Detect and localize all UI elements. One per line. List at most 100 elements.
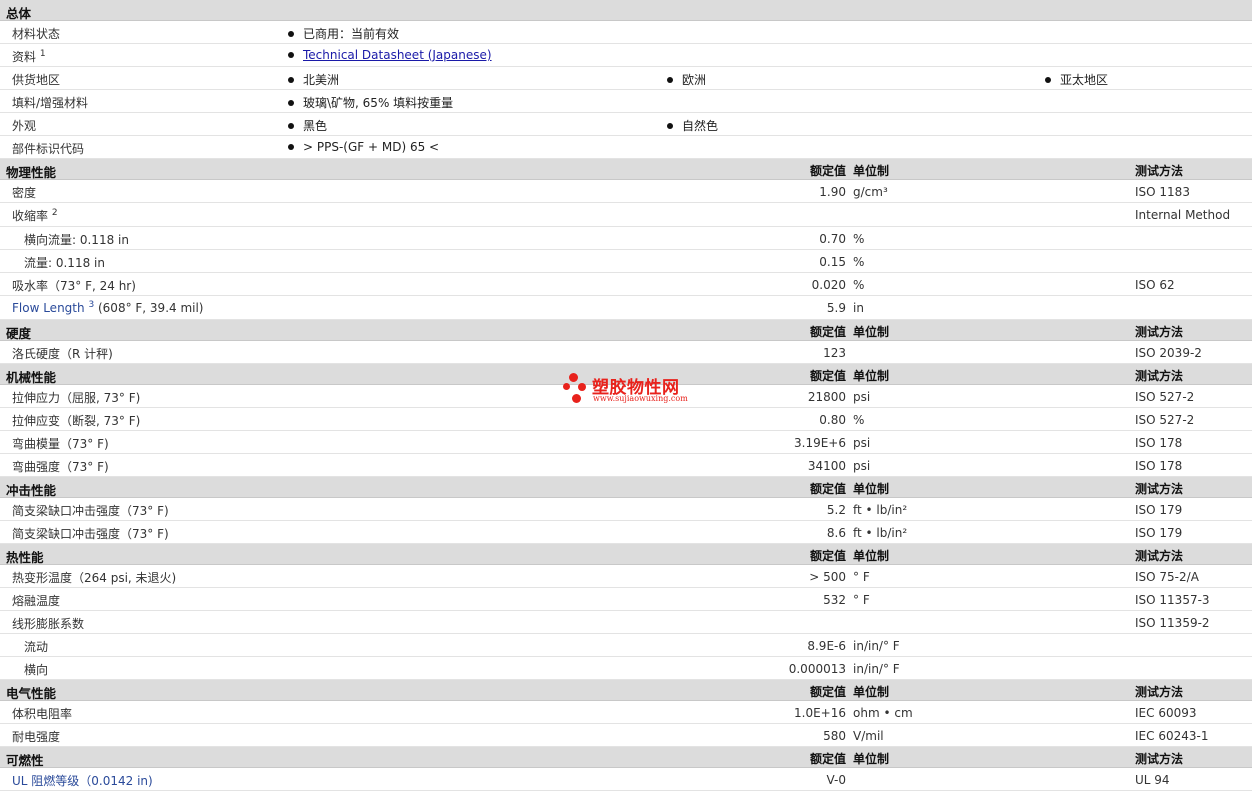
section-header: 物理性能 额定值 单位制 测试方法 [0,159,1252,180]
property-sections: 物理性能 额定值 单位制 测试方法 密度 1.90 g/cm³ ISO 1183 收缩率 2 In… [0,159,1252,791]
property-label: 弯曲模量（73° F) [12,437,109,451]
property-value: V-0 [826,773,846,787]
bullet-icon [667,123,673,129]
property-value: 5.2 [826,503,846,517]
property-label: 横向 [24,663,49,677]
general-row-filler: 填料/增强材料 玻璃\矿物, 65% 填料按重量 [0,90,1252,113]
property-row: 线形膨胀系数 ISO 11359-2 [0,611,1252,634]
datasheet: 总体 材料状态 已商用：当前有效 资料 1 Technical Datashee… [0,0,1252,791]
bullet-item: 亚太地区 [1045,71,1108,88]
property-unit: ft • lb/in² [853,526,908,540]
property-row: 拉伸应变（断裂, 73° F) 0.80% ISO 527-2 [0,408,1252,431]
bullet-icon [1045,77,1051,83]
property-unit: % [853,232,865,246]
col-header-method: 测试方法 [1135,549,1184,563]
property-unit: psi [853,459,871,473]
test-method: UL 94 [1135,773,1170,787]
row-label: 部件标识代码 [12,142,85,156]
section-title: 总体 [6,6,32,21]
col-header-unit: 单位制 [853,685,890,699]
general-row-part-code: 部件标识代码 > PPS-(GF + MD) 65 < [0,136,1252,159]
property-value: 8.9E-6 [807,639,846,653]
section-title: 硬度 [6,326,32,341]
property-value: 0.000013 [788,662,846,676]
property-row: 密度 1.90 g/cm³ ISO 1183 [0,180,1252,203]
datasheet-link[interactable]: Technical Datasheet (Japanese) [303,48,492,62]
property-label: 弯曲强度（73° F) [12,460,109,474]
property-label: 线形膨胀系数 [12,617,85,631]
property-value: 8.6 [826,526,846,540]
col-header-unit: 单位制 [853,752,890,766]
section-header: 电气性能 额定值 单位制 测试方法 [0,680,1252,701]
property-label: 密度 [12,186,37,200]
bullet-item: 自然色 [667,117,718,134]
property-value: 1.90 [819,185,846,199]
property-row: 熔融温度 532 ° F ISO 11357-3 [0,588,1252,611]
test-method: IEC 60093 [1135,706,1197,720]
test-method: ISO 2039-2 [1135,346,1202,360]
property-row: 体积电阻率 1.0E+16 ohm • cm IEC 60093 [0,701,1252,724]
property-unit: g/cm³ [853,185,888,199]
property-label: 耐电强度 [12,730,61,744]
row-label: 外观 [12,119,37,133]
property-label: 拉伸应力（屈服, 73° F) [12,391,141,405]
bullet-item: 欧洲 [667,71,706,88]
col-header-unit: 单位制 [853,369,890,383]
col-header-method: 测试方法 [1135,164,1184,178]
property-unit: psi [853,390,871,404]
test-method: Internal Method [1135,208,1231,222]
property-label: 简支梁缺口冲击强度（73° F) [12,504,169,518]
col-header-method: 测试方法 [1135,752,1184,766]
col-header-value: 额定值 [809,482,846,496]
property-row: 洛氏硬度（R 计秤) 123 ISO 2039-2 [0,341,1252,364]
bullet-icon [288,52,294,58]
property-label: 简支梁缺口冲击强度（73° F) [12,527,169,541]
test-method: ISO 11359-2 [1135,616,1210,630]
bullet-item: 已商用：当前有效 [288,25,399,42]
section-header: 冲击性能 额定值 单位制 测试方法 [0,477,1252,498]
section-title: 可燃性 [6,753,44,768]
property-value: 0.020 [811,278,846,292]
property-value: 1.0E+16 [794,706,846,720]
test-method: IEC 60243-1 [1135,729,1209,743]
property-row: 横向 0.000013 in/in/° F [0,657,1252,680]
section-title: 机械性能 [6,370,57,385]
property-label: 收缩率 2 [12,208,58,223]
section-title: 电气性能 [6,686,57,701]
property-row: 流动 8.9E-6 in/in/° F [0,634,1252,657]
col-header-method: 测试方法 [1135,482,1184,496]
general-row-status: 材料状态 已商用：当前有效 [0,21,1252,44]
bullet-icon [288,100,294,106]
col-header-value: 额定值 [809,549,846,563]
property-value: 0.80 [819,413,846,427]
col-header-value: 额定值 [809,325,846,339]
test-method: ISO 527-2 [1135,413,1195,427]
bullet-icon [288,123,294,129]
property-row: 吸水率（73° F, 24 hr) 0.020% ISO 62 [0,273,1252,296]
property-unit: ft • lb/in² [853,503,908,517]
col-header-value: 额定值 [809,164,846,178]
general-row-appearance: 外观 黑色 自然色 [0,113,1252,136]
property-value: 21800 [807,390,846,404]
property-row: 弯曲强度（73° F) 34100 psi ISO 178 [0,454,1252,477]
property-label: 拉伸应变（断裂, 73° F) [12,414,141,428]
property-value: 0.15 [819,255,846,269]
general-row-regions: 供货地区 北美洲 欧洲 亚太地区 [0,67,1252,90]
test-method: ISO 527-2 [1135,390,1195,404]
test-method: ISO 179 [1135,503,1183,517]
property-label: UL 阻燃等级（0.0142 in) [12,774,153,788]
col-header-value: 额定值 [809,752,846,766]
col-header-value: 额定值 [809,685,846,699]
property-row: 拉伸应力（屈服, 73° F) 21800 psi ISO 527-2 [0,385,1252,408]
row-label: 材料状态 [12,27,61,41]
property-value: 34100 [807,459,846,473]
test-method: ISO 75-2/A [1135,570,1199,584]
section-title: 热性能 [6,550,44,565]
property-value: > 500 [809,570,846,584]
property-label: 吸水率（73° F, 24 hr) [12,279,136,293]
property-unit: ° F [853,593,870,607]
row-label: 资料 1 [12,49,46,64]
col-header-value: 额定值 [809,369,846,383]
property-row: 热变形温度（264 psi, 未退火) > 500 ° F ISO 75-2/A [0,565,1252,588]
bullet-icon [288,77,294,83]
